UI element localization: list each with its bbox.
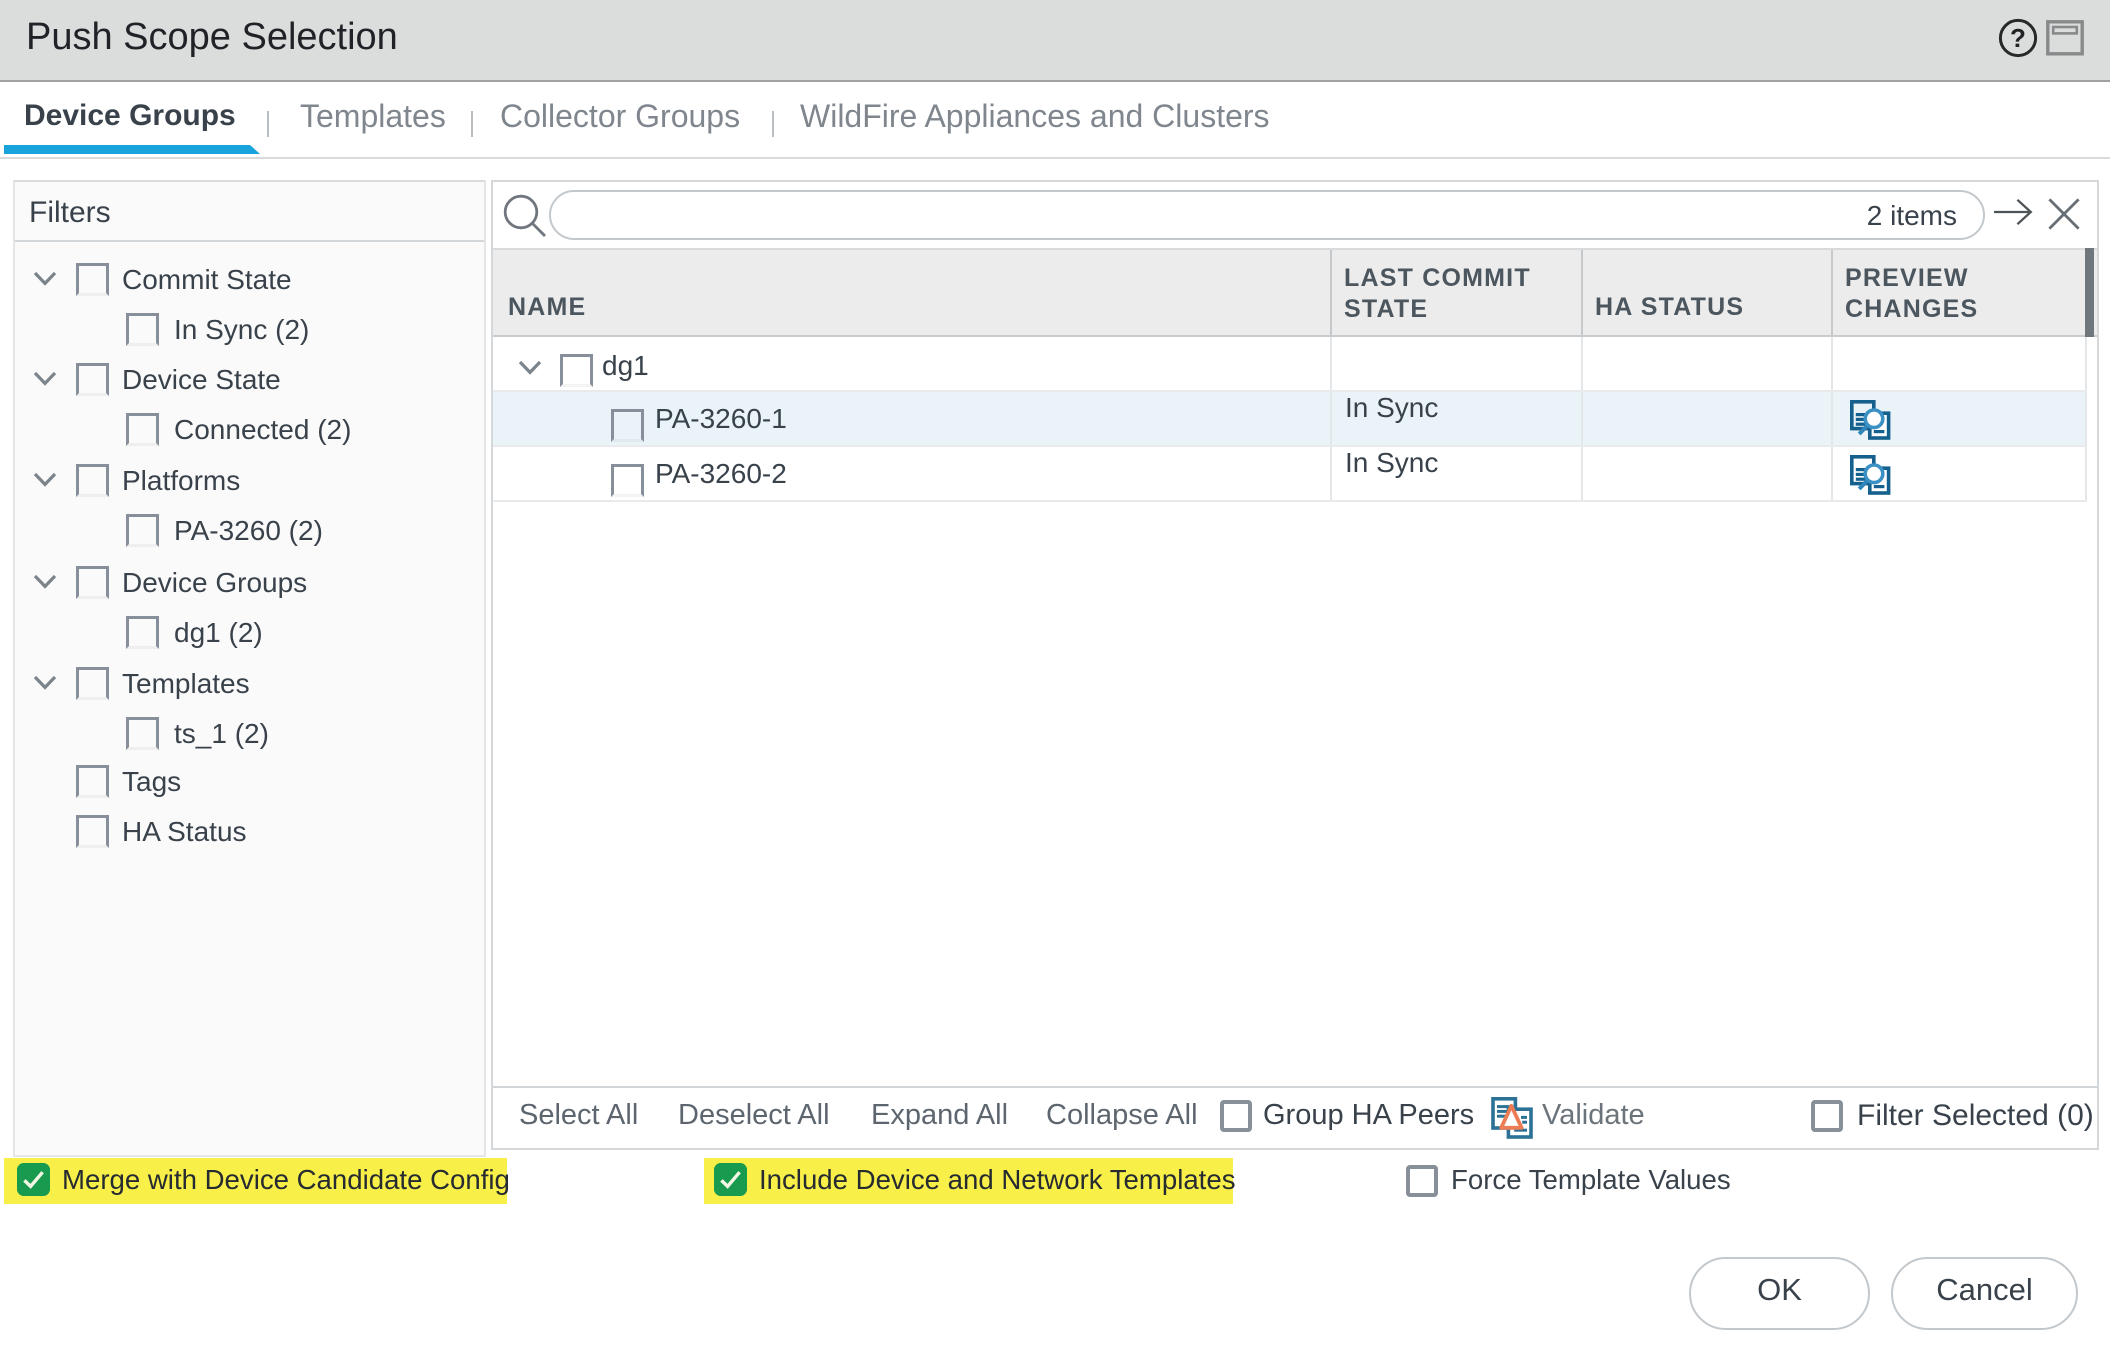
svg-text:?: ?	[2010, 23, 2026, 53]
